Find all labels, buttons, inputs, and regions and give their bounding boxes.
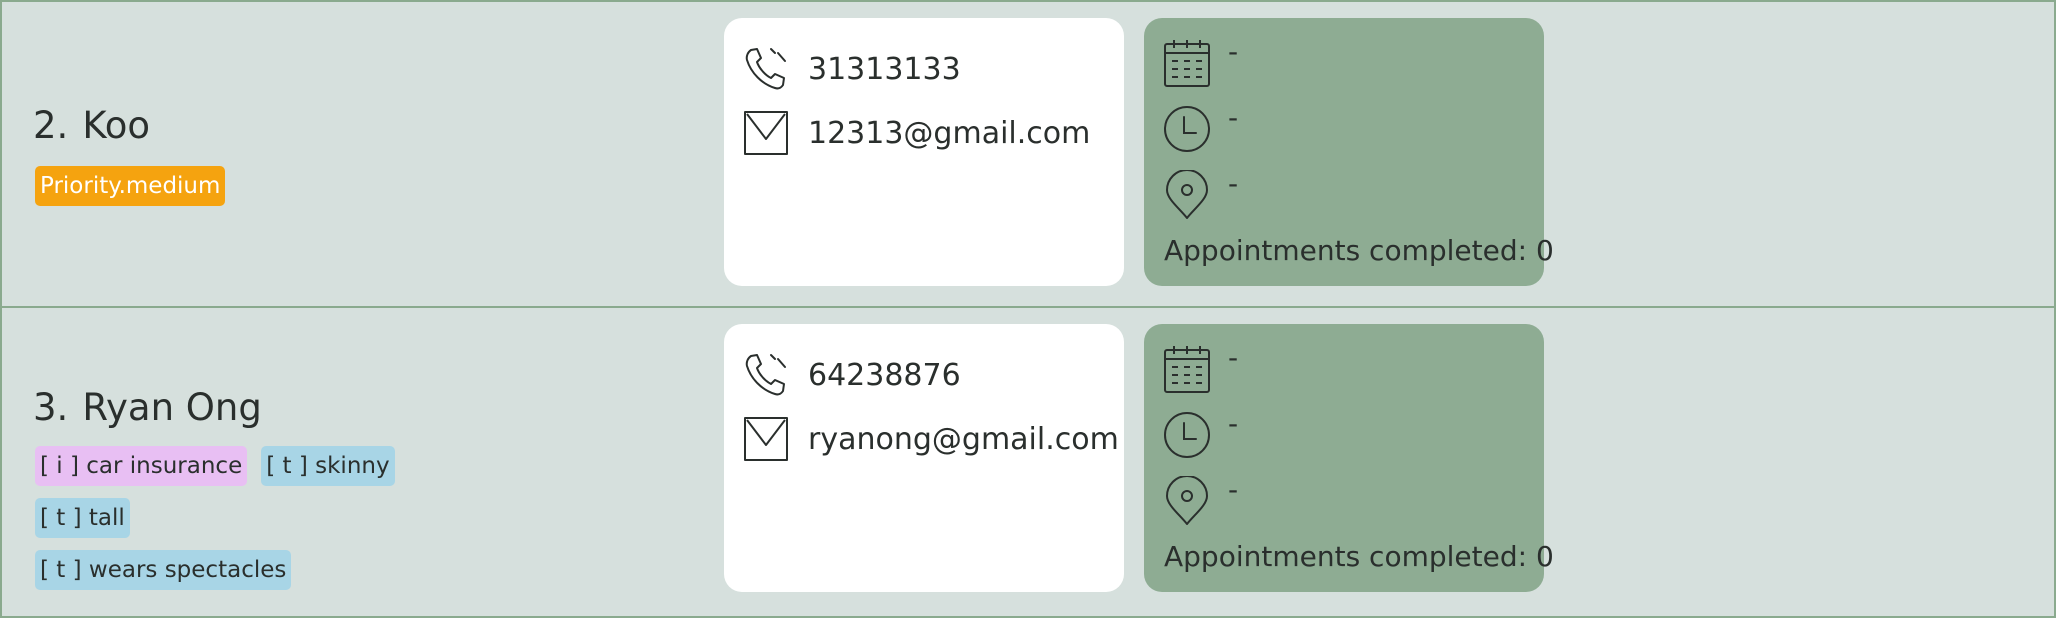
person-index: 3. xyxy=(33,386,69,429)
phone-icon xyxy=(745,354,786,396)
phone-row: 64238876 xyxy=(742,350,961,400)
contact-panel: 31313133 12313@gmail.com xyxy=(724,18,1124,286)
clock-icon xyxy=(1164,412,1210,458)
appointment-date-row: - xyxy=(1162,38,1238,90)
priority-tag: Priority.medium xyxy=(35,166,226,206)
appointments-completed: Appointments completed: 0 xyxy=(1164,540,1554,573)
appointment-date: - xyxy=(1228,341,1239,374)
location-pin-icon xyxy=(1166,476,1208,525)
person-name: Koo xyxy=(82,104,151,147)
person-name-row: 3. Ryan Ong xyxy=(33,386,262,429)
insurance-tag: [ i ] car insurance xyxy=(35,446,248,486)
calendar-icon xyxy=(1164,346,1210,393)
appointment-location-row: - xyxy=(1162,476,1238,528)
tag-list: [ i ] car insurance [ t ] skinny [ t ] tal… xyxy=(35,446,515,602)
email-row: 12313@gmail.com xyxy=(742,108,1090,158)
appointment-panel: - - - Appointments completed: 0 xyxy=(1144,324,1554,592)
appointment-time: - xyxy=(1228,407,1239,440)
trait-tag: [ t ] skinny xyxy=(261,446,395,486)
appointment-location-row: - xyxy=(1162,170,1238,222)
person-card[interactable]: 2. Koo Priority.medium 31313133 12313@gma… xyxy=(0,0,2056,308)
appointment-location: - xyxy=(1228,473,1239,506)
location-pin-icon xyxy=(1166,170,1208,219)
appointment-time-row: - xyxy=(1162,104,1238,156)
email-row: ryanong@gmail.com xyxy=(742,414,1119,464)
person-index: 2. xyxy=(33,104,69,147)
appointment-panel: - - - Appointments completed: 0 xyxy=(1144,18,1554,286)
mail-icon xyxy=(744,417,788,461)
mail-icon xyxy=(744,111,788,155)
appointment-date: - xyxy=(1228,35,1239,68)
appointment-time: - xyxy=(1228,101,1239,134)
appointment-time-row: - xyxy=(1162,410,1238,462)
phone-number: 31313133 xyxy=(808,51,961,87)
email-address: ryanong@gmail.com xyxy=(808,421,1119,457)
contact-panel: 64238876 ryanong@gmail.com xyxy=(724,324,1124,592)
person-list: 2. Koo Priority.medium 31313133 12313@gma… xyxy=(0,0,2056,618)
tag-list: Priority.medium xyxy=(35,166,515,218)
calendar-icon xyxy=(1164,40,1210,87)
person-name: Ryan Ong xyxy=(82,386,262,429)
trait-tag: [ t ] tall xyxy=(35,498,130,538)
person-card[interactable]: 3. Ryan Ong [ i ] car insurance [ t ] skin… xyxy=(0,306,2056,618)
phone-icon xyxy=(745,48,786,90)
trait-tag: [ t ] wears spectacles xyxy=(35,550,292,590)
appointment-location: - xyxy=(1228,167,1239,200)
phone-row: 31313133 xyxy=(742,44,961,94)
phone-number: 64238876 xyxy=(808,357,961,393)
clock-icon xyxy=(1164,106,1210,152)
person-name-row: 2. Koo xyxy=(33,104,150,147)
email-address: 12313@gmail.com xyxy=(808,115,1091,151)
appointments-completed: Appointments completed: 0 xyxy=(1164,234,1554,267)
appointment-date-row: - xyxy=(1162,344,1238,396)
